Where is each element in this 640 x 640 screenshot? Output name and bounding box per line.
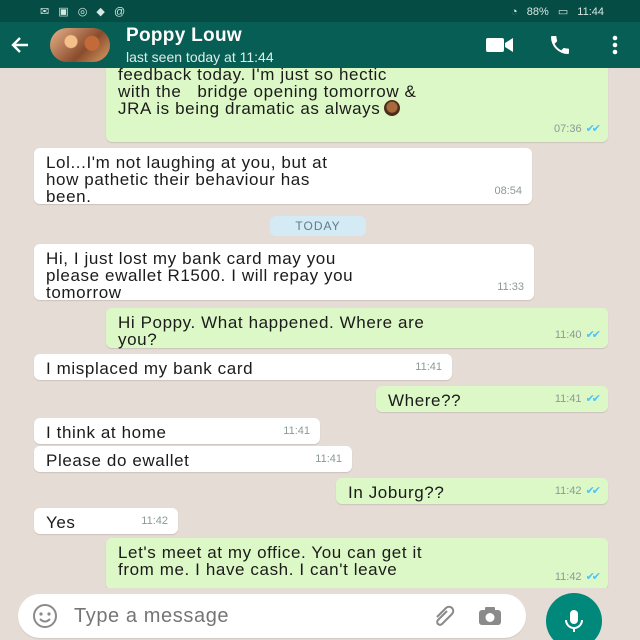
message-bubble-incoming[interactable]: I misplaced my bank card 11:41	[34, 354, 452, 380]
message-text: Please do ewallet	[46, 451, 190, 470]
video-call-icon[interactable]	[470, 35, 530, 55]
microphone-icon	[565, 610, 583, 632]
message-text: Hi Poppy. What happened. Where are you?	[118, 313, 425, 349]
system-icons: ◔ 88% ▭ 11:44	[511, 5, 610, 18]
message-meta: 11:42	[141, 513, 168, 530]
more-options-icon[interactable]	[590, 34, 640, 56]
message-time: 08:54	[494, 185, 522, 197]
message-bubble-outgoing[interactable]: Hi Poppy. What happened. Where are you? …	[106, 308, 608, 348]
message-bubble-outgoing[interactable]: feedback today. I'm just so hectic with …	[106, 68, 608, 142]
contact-info[interactable]: Poppy Louw last seen today at 11:44	[126, 25, 470, 65]
message-meta: 11:41 ✔✔	[554, 391, 602, 408]
message-bubble-incoming[interactable]: Lol...I'm not laughing at you, but at ho…	[34, 148, 532, 206]
message-text: I misplaced my bank card	[46, 359, 254, 378]
message-bubble-incoming[interactable]: Yes 11:42	[34, 508, 178, 534]
read-ticks-icon: ✔✔	[585, 571, 602, 583]
message-time: 11:42	[554, 571, 582, 583]
camera-icon[interactable]	[468, 605, 512, 627]
notification-icons: ✉ ▣ ◎ ◆ @	[40, 5, 131, 18]
message-text: Yes	[46, 513, 76, 532]
battery-percent: 88%	[526, 5, 549, 18]
wifi-icon: ◔	[511, 5, 518, 18]
mic-button[interactable]	[546, 593, 602, 640]
message-bubble-outgoing[interactable]: Where?? 11:41 ✔✔	[376, 386, 608, 412]
gallery-icon: ▣	[58, 5, 69, 18]
message-input-container[interactable]	[18, 594, 526, 638]
message-time: 11:40	[554, 329, 582, 341]
message-meta: 11:42 ✔✔	[554, 569, 602, 586]
emoji-icon[interactable]	[32, 603, 62, 629]
message-text: Let's meet at my office. You can get it …	[118, 543, 423, 579]
message-meta: 11:41	[283, 423, 310, 440]
message-bubble-outgoing[interactable]: In Joburg?? 11:42 ✔✔	[336, 478, 608, 504]
message-text: I think at home	[46, 423, 167, 442]
read-ticks-icon: ✔✔	[585, 485, 602, 497]
chat-icon: ◎	[77, 5, 88, 18]
message-meta: 07:36 ✔✔	[554, 121, 602, 138]
message-time: 11:42	[141, 515, 168, 527]
attach-icon[interactable]	[424, 605, 468, 627]
read-ticks-icon: ✔✔	[585, 393, 602, 405]
message-time: 11:41	[554, 393, 582, 405]
read-ticks-icon: ✔✔	[585, 329, 602, 341]
message-text: Hi, I just lost my bank card may you ple…	[46, 249, 354, 302]
message-time: 11:41	[315, 453, 342, 465]
message-bubble-incoming[interactable]: I think at home 11:41	[34, 418, 320, 444]
message-bubble-incoming[interactable]: Hi, I just lost my bank card may you ple…	[34, 244, 534, 302]
last-seen-status: last seen today at 11:44	[126, 49, 274, 65]
status-bar: ✉ ▣ ◎ ◆ @ ◔ 88% ▭ 11:44	[0, 0, 640, 22]
voice-call-icon[interactable]	[530, 33, 590, 57]
clock: 11:44	[577, 5, 604, 18]
message-time: 11:41	[415, 361, 442, 373]
date-separator: TODAY	[270, 216, 366, 236]
message-meta: 11:41	[415, 359, 442, 376]
message-list[interactable]: feedback today. I'm just so hectic with …	[0, 68, 640, 588]
message-icon: ✉	[40, 5, 50, 18]
composer-bar	[0, 592, 640, 640]
chat-header: Poppy Louw last seen today at 11:44	[0, 22, 640, 68]
message-text: Where??	[388, 391, 462, 410]
message-bubble-outgoing[interactable]: Let's meet at my office. You can get it …	[106, 538, 608, 588]
message-time: 07:36	[554, 123, 582, 135]
contact-name: Poppy Louw	[126, 25, 242, 46]
message-meta: 08:54	[494, 183, 522, 200]
message-text: In Joburg??	[348, 483, 445, 502]
message-meta: 11:33	[497, 279, 524, 296]
message-time: 11:41	[283, 425, 310, 437]
message-time: 11:42	[554, 485, 582, 497]
email-icon: @	[113, 5, 126, 18]
face-emoji-icon	[384, 100, 401, 116]
read-ticks-icon: ✔✔	[585, 123, 602, 135]
message-meta: 11:41	[315, 451, 342, 468]
avatar[interactable]	[50, 28, 110, 62]
back-arrow-icon[interactable]	[0, 35, 40, 55]
message-meta: 11:40 ✔✔	[554, 327, 602, 344]
twitter-icon: ◆	[96, 5, 105, 18]
message-text: Lol...I'm not laughing at you, but at ho…	[46, 153, 328, 206]
message-text: feedback today. I'm just so hectic with …	[118, 68, 417, 118]
message-input[interactable]	[74, 604, 424, 628]
message-meta: 11:42 ✔✔	[554, 483, 602, 500]
message-time: 11:33	[497, 281, 524, 293]
message-bubble-incoming[interactable]: Please do ewallet 11:41	[34, 446, 352, 472]
battery-icon: ▭	[557, 5, 569, 18]
